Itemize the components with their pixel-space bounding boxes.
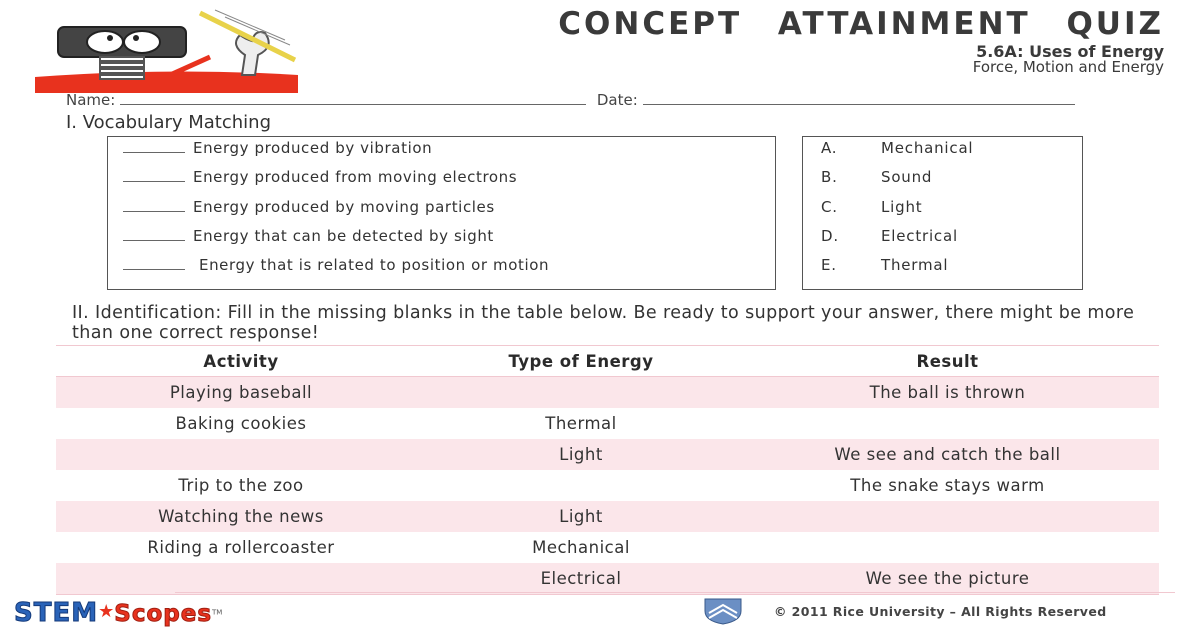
column-header-result: Result [916, 351, 979, 371]
trademark-mark: TM [212, 608, 223, 617]
cell-result[interactable]: The snake stays warm [736, 476, 1159, 495]
stem-mascot-illustration [35, 9, 298, 93]
cell-energy-type[interactable]: Mechanical [426, 538, 736, 557]
table-row: Watching the news Light [56, 501, 1159, 532]
answer-blank[interactable] [123, 139, 185, 153]
cell-activity[interactable]: Riding a rollercoaster [56, 538, 426, 557]
cell-energy-type[interactable]: Light [426, 445, 736, 464]
quiz-topic: Force, Motion and Energy [972, 58, 1164, 76]
cell-result[interactable]: We see the picture [736, 569, 1159, 588]
name-date-row: Name: Date: [66, 90, 1075, 109]
answer-blank[interactable] [123, 256, 185, 270]
scopes-wordmark: Scopes [114, 601, 213, 628]
table-header-row: Activity Type of Energy Result [56, 345, 1159, 377]
date-label: Date: [596, 91, 638, 109]
vocab-item: Energy that can be detected by sight [123, 227, 494, 245]
quiz-title: CONCEPT ATTAINMENT QUIZ [558, 6, 1164, 42]
copyright-notice: © 2011 Rice University – All Rights Rese… [774, 604, 1107, 619]
table-row: Electrical We see the picture [56, 563, 1159, 595]
date-field[interactable] [642, 90, 1075, 105]
rice-university-shield-icon [704, 598, 742, 625]
cell-energy-type[interactable]: Thermal [426, 414, 736, 433]
footer-divider [175, 592, 1175, 593]
table-row: Playing baseball The ball is thrown [56, 377, 1159, 408]
cell-energy-type[interactable]: Light [426, 507, 736, 526]
term-item: B. Sound [821, 168, 933, 186]
answer-blank[interactable] [123, 168, 185, 182]
cell-activity[interactable]: Playing baseball [56, 383, 426, 402]
vocabulary-terms-box: A. Mechanical B. Sound C. Light D. Electrica… [802, 136, 1083, 290]
star-icon: ★ [98, 601, 115, 622]
cell-activity[interactable]: Trip to the zoo [56, 476, 426, 495]
term-item: A. Mechanical [821, 139, 974, 157]
cell-result[interactable]: The ball is thrown [736, 383, 1159, 402]
name-field[interactable] [120, 90, 587, 105]
section-identification-heading: II. Identification: Fill in the missing … [72, 303, 1135, 343]
name-label: Name: [66, 91, 116, 109]
table-row: Riding a rollercoaster Mechanical [56, 532, 1159, 563]
table-row: Trip to the zoo The snake stays warm [56, 470, 1159, 501]
stemscopes-logo: STEM★ScopesTM [13, 598, 223, 629]
vocab-item: Energy produced from moving electrons [123, 168, 517, 186]
vocab-item: Energy that is related to position or mo… [123, 256, 549, 274]
term-item: D. Electrical [821, 227, 958, 245]
answer-blank[interactable] [123, 227, 185, 241]
stem-wordmark: STEM [13, 598, 99, 629]
term-item: C. Light [821, 198, 923, 216]
table-row: Baking cookies Thermal [56, 408, 1159, 439]
table-row: Light We see and catch the ball [56, 439, 1159, 470]
vocabulary-definitions-box: Energy produced by vibration Energy prod… [107, 136, 776, 290]
section-vocabulary-heading: I. Vocabulary Matching [66, 112, 272, 133]
answer-blank[interactable] [123, 198, 185, 212]
cell-activity[interactable]: Watching the news [56, 507, 426, 526]
cell-energy-type[interactable]: Electrical [426, 569, 736, 588]
cell-activity[interactable]: Baking cookies [56, 414, 426, 433]
vocab-item: Energy produced by moving particles [123, 198, 495, 216]
column-header-activity: Activity [203, 351, 279, 371]
term-item: E. Thermal [821, 256, 949, 274]
cell-result[interactable]: We see and catch the ball [736, 445, 1159, 464]
identification-table: Activity Type of Energy Result Playing b… [56, 345, 1159, 595]
column-header-type: Type of Energy [508, 351, 654, 371]
vocab-item: Energy produced by vibration [123, 139, 432, 157]
